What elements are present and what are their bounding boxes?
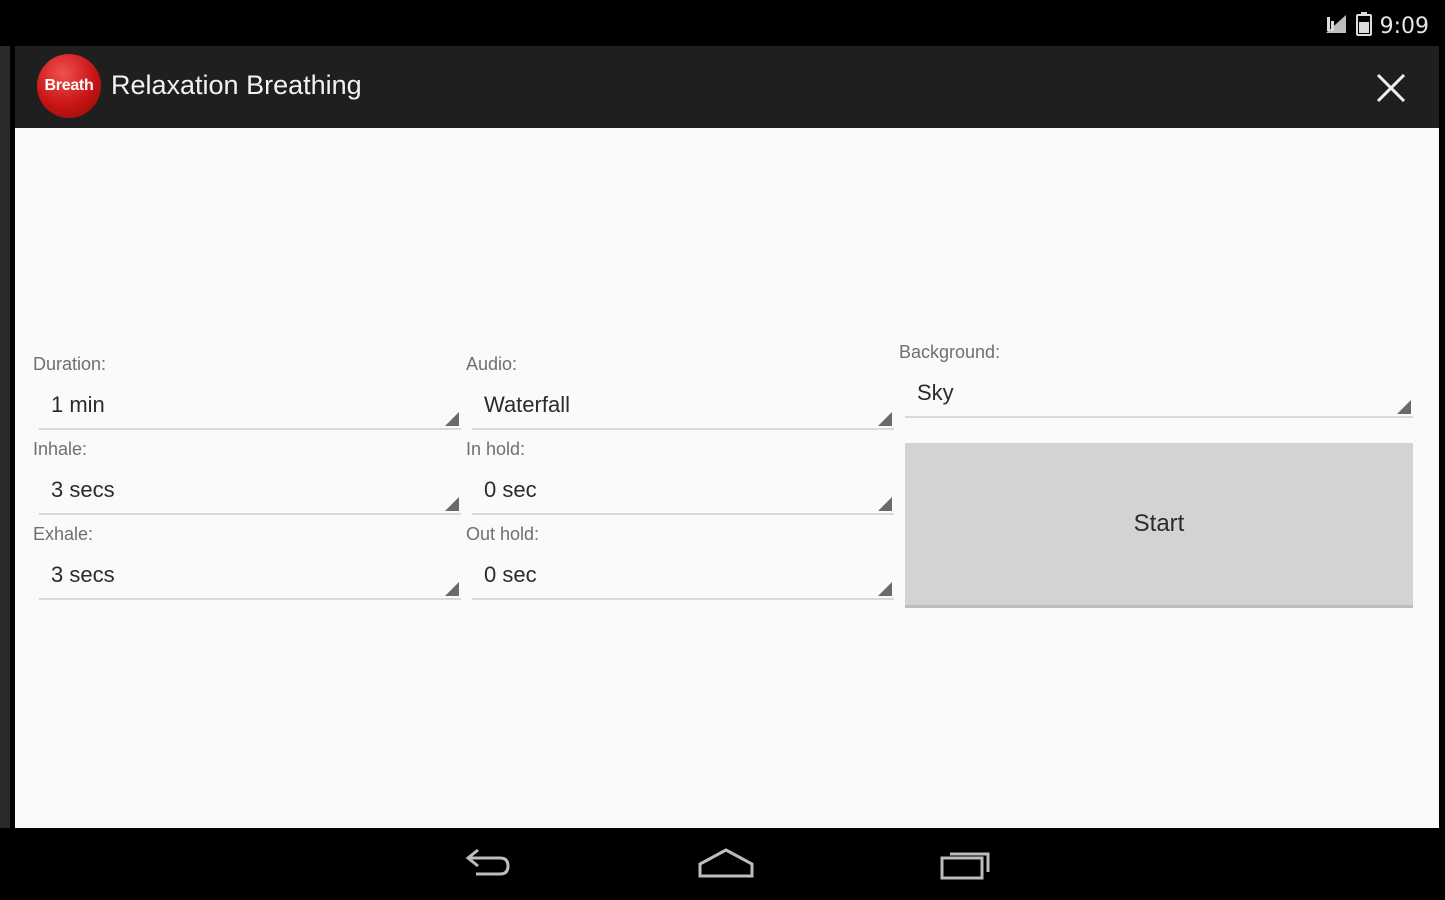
- background-value: Sky: [917, 380, 954, 405]
- screen-edge: [0, 0, 10, 900]
- duration-value: 1 min: [51, 392, 105, 417]
- dropdown-arrow-icon: [1397, 400, 1411, 414]
- in-hold-spinner[interactable]: 0 sec: [472, 469, 894, 515]
- exhale-value: 3 secs: [51, 562, 115, 587]
- home-button[interactable]: [696, 846, 756, 882]
- audio-value: Waterfall: [484, 392, 570, 417]
- close-button[interactable]: [1373, 70, 1409, 106]
- audio-spinner[interactable]: Waterfall: [472, 384, 894, 430]
- home-icon: [698, 848, 754, 878]
- duration-spinner[interactable]: 1 min: [39, 384, 461, 430]
- audio-label: Audio:: [466, 354, 518, 374]
- out-hold-label: Out hold:: [466, 524, 540, 544]
- dropdown-arrow-icon: [878, 497, 892, 511]
- dropdown-arrow-icon: [445, 497, 459, 511]
- out-hold-value: 0 sec: [484, 562, 537, 587]
- in-hold-value: 0 sec: [484, 477, 537, 502]
- recent-apps-button[interactable]: [938, 846, 998, 882]
- app-title: Relaxation Breathing: [111, 70, 362, 100]
- app-logo-text: Breath: [44, 77, 94, 94]
- dropdown-arrow-icon: [445, 582, 459, 596]
- back-button[interactable]: [456, 846, 516, 882]
- battery-icon: [1355, 12, 1372, 40]
- duration-label: Duration:: [33, 354, 107, 374]
- out-hold-spinner[interactable]: 0 sec: [472, 554, 894, 600]
- start-button[interactable]: Start: [905, 443, 1413, 608]
- dropdown-arrow-icon: [878, 582, 892, 596]
- navigation-bar: [0, 828, 1445, 900]
- action-bar: Breath Relaxation Breathing: [15, 46, 1439, 128]
- close-icon: [1376, 73, 1406, 103]
- back-icon: [465, 848, 510, 876]
- status-icons: 9:09: [1324, 12, 1429, 40]
- recent-apps-icon: [940, 852, 990, 880]
- dropdown-arrow-icon: [878, 412, 892, 426]
- background-label: Background:: [899, 342, 1001, 362]
- app-window: Breath Relaxation Breathing Duration: 1 …: [15, 46, 1439, 828]
- status-bar: 9:09: [0, 0, 1445, 46]
- exhale-spinner[interactable]: 3 secs: [39, 554, 461, 600]
- inhale-value: 3 secs: [51, 477, 115, 502]
- in-hold-label: In hold:: [466, 439, 526, 459]
- signal-icon: [1324, 13, 1348, 39]
- dropdown-arrow-icon: [445, 412, 459, 426]
- app-logo[interactable]: Breath: [37, 54, 101, 118]
- status-time: 9:09: [1379, 13, 1429, 39]
- inhale-label: Inhale:: [33, 439, 88, 459]
- background-spinner[interactable]: Sky: [905, 372, 1413, 418]
- inhale-spinner[interactable]: 3 secs: [39, 469, 461, 515]
- exhale-label: Exhale:: [33, 524, 94, 544]
